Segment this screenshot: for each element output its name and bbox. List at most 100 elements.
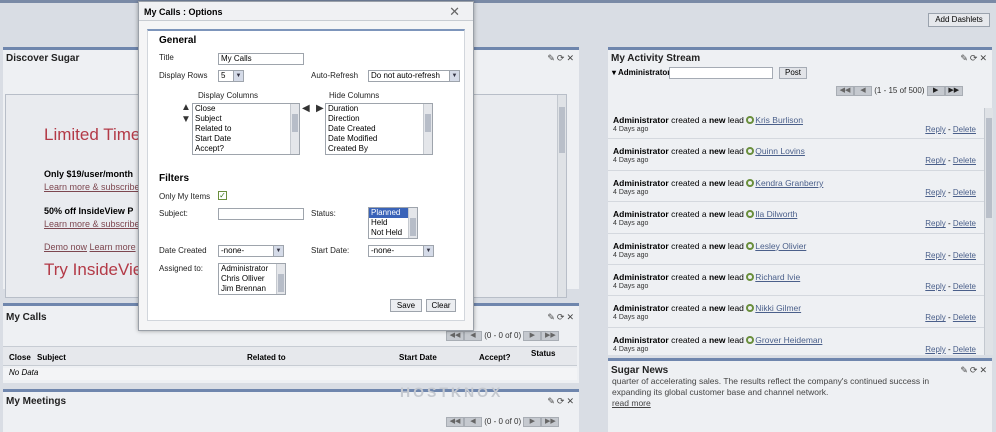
last-page-button[interactable]: ▶▶ xyxy=(541,417,560,427)
activity-actor[interactable]: Administrator xyxy=(613,115,669,125)
scroll-thumb[interactable] xyxy=(986,118,992,218)
list-option[interactable]: Related to xyxy=(193,124,299,134)
display-rows-select[interactable]: 5 ▼ xyxy=(218,70,244,82)
activity-actor[interactable]: Administrator xyxy=(613,335,669,345)
lead-link[interactable]: Grover Heideman xyxy=(755,335,822,345)
close-icon[interactable]: ✕ xyxy=(449,4,460,20)
scroll-thumb[interactable] xyxy=(425,114,431,132)
prev-page-button[interactable]: ◀ xyxy=(464,417,482,427)
activity-actor[interactable]: Administrator xyxy=(613,272,669,282)
scroll-thumb[interactable] xyxy=(278,274,284,292)
subject-input[interactable] xyxy=(218,208,304,220)
delete-link[interactable]: Delete xyxy=(953,219,976,228)
list-option[interactable]: Accept? xyxy=(193,144,299,154)
delete-link[interactable]: Delete xyxy=(953,251,976,260)
scrollbar[interactable] xyxy=(276,264,285,294)
move-down-icon[interactable]: ▼ xyxy=(181,114,191,125)
reply-link[interactable]: Reply xyxy=(925,125,945,134)
date-created-select[interactable]: -none- ▼ xyxy=(218,245,284,257)
read-more-link[interactable]: read more xyxy=(612,398,982,409)
last-page-button[interactable]: ▶▶ xyxy=(944,86,963,96)
lead-link[interactable]: Ila Dilworth xyxy=(755,209,797,219)
save-button[interactable]: Save xyxy=(390,299,422,312)
delete-link[interactable]: Delete xyxy=(953,345,976,354)
reply-link[interactable]: Reply xyxy=(925,345,945,354)
lead-link[interactable]: Kendra Granberry xyxy=(755,178,823,188)
activity-actor[interactable]: Administrator xyxy=(613,209,669,219)
prev-page-button[interactable]: ◀ xyxy=(464,331,482,341)
hide-columns-list[interactable]: Duration Direction Date Created Date Modifi… xyxy=(325,103,433,155)
first-page-button[interactable]: ◀◀ xyxy=(446,417,464,427)
close-icon[interactable]: ✕ xyxy=(566,312,576,322)
clear-button[interactable]: Clear xyxy=(426,299,456,312)
display-columns-list[interactable]: Close Subject Related to Start Date Accept? xyxy=(192,103,300,155)
list-option[interactable]: Date Created xyxy=(326,124,432,134)
edit-icon[interactable]: ✎ xyxy=(547,312,557,322)
delete-link[interactable]: Delete xyxy=(953,282,976,291)
reply-link[interactable]: Reply xyxy=(925,313,945,322)
next-page-button[interactable]: ▶ xyxy=(523,417,542,427)
list-option[interactable]: Close xyxy=(193,104,299,114)
list-option[interactable]: Duration xyxy=(326,104,432,114)
first-page-button[interactable]: ◀◀ xyxy=(836,86,854,96)
list-option[interactable]: Created By xyxy=(326,144,432,154)
move-up-icon[interactable]: ▲ xyxy=(181,102,191,113)
reply-link[interactable]: Reply xyxy=(925,282,945,291)
lead-link[interactable]: Lesley Olivier xyxy=(755,241,806,251)
close-icon[interactable]: ✕ xyxy=(979,53,989,63)
lead-link[interactable]: Quinn Lovins xyxy=(755,146,805,156)
first-page-button[interactable]: ◀◀ xyxy=(446,331,464,341)
move-right-icon[interactable]: ▶ xyxy=(316,103,324,114)
scroll-thumb[interactable] xyxy=(410,218,416,236)
edit-icon[interactable]: ✎ xyxy=(960,53,970,63)
offer-link[interactable]: Learn more & subscribe xyxy=(44,219,140,229)
scrollbar[interactable] xyxy=(557,95,566,297)
demo-now-link[interactable]: Demo now xyxy=(44,242,87,252)
promo-link[interactable]: Learn more & subscribe xyxy=(44,182,140,192)
activity-post-input[interactable] xyxy=(669,67,773,79)
prev-page-button[interactable]: ◀ xyxy=(854,86,872,96)
delete-link[interactable]: Delete xyxy=(953,125,976,134)
activity-actor[interactable]: Administrator xyxy=(613,178,669,188)
scroll-thumb[interactable] xyxy=(559,107,565,153)
status-list[interactable]: Planned Held Not Held xyxy=(368,207,418,239)
lead-link[interactable]: Richard Ivie xyxy=(755,272,800,282)
scrollbar[interactable] xyxy=(290,104,299,154)
lead-link[interactable]: Kris Burlison xyxy=(755,115,803,125)
scrollbar[interactable] xyxy=(408,208,417,238)
last-page-button[interactable]: ▶▶ xyxy=(541,331,560,341)
close-icon[interactable]: ✕ xyxy=(566,396,576,406)
edit-icon[interactable]: ✎ xyxy=(547,53,557,63)
list-option[interactable]: Subject xyxy=(193,114,299,124)
next-page-button[interactable]: ▶ xyxy=(926,86,945,96)
close-icon[interactable]: ✕ xyxy=(979,365,989,375)
scrollbar[interactable] xyxy=(423,104,432,154)
activity-scrollbar[interactable] xyxy=(984,108,993,355)
list-option[interactable]: Date Modified xyxy=(326,134,432,144)
delete-link[interactable]: Delete xyxy=(953,188,976,197)
auto-refresh-select[interactable]: Do not auto-refresh ▼ xyxy=(368,70,460,82)
delete-link[interactable]: Delete xyxy=(953,313,976,322)
title-input[interactable]: My Calls xyxy=(218,53,304,65)
delete-link[interactable]: Delete xyxy=(953,156,976,165)
move-left-icon[interactable]: ◀ xyxy=(302,103,310,114)
next-page-button[interactable]: ▶ xyxy=(523,331,542,341)
reply-link[interactable]: Reply xyxy=(925,188,945,197)
lead-link[interactable]: Nikki Gilmer xyxy=(755,303,801,313)
activity-actor[interactable]: Administrator xyxy=(613,241,669,251)
add-dashlets-button[interactable]: Add Dashlets xyxy=(928,13,990,27)
learn-more-link[interactable]: Learn more xyxy=(90,242,136,252)
reply-link[interactable]: Reply xyxy=(925,219,945,228)
col-status[interactable]: Status xyxy=(531,349,555,358)
activity-actor[interactable]: Administrator xyxy=(613,303,669,313)
assigned-to-list[interactable]: Administrator Chris Olliver Jim Brennan xyxy=(218,263,286,295)
col-accept[interactable]: Accept? xyxy=(479,353,511,362)
only-my-items-checkbox[interactable]: ✓ xyxy=(218,191,227,200)
list-option[interactable]: Direction xyxy=(326,114,432,124)
list-option[interactable]: Start Date xyxy=(193,134,299,144)
activity-actor[interactable]: Administrator xyxy=(613,146,669,156)
close-icon[interactable]: ✕ xyxy=(566,53,576,63)
start-date-select[interactable]: -none- ▼ xyxy=(368,245,434,257)
scroll-thumb[interactable] xyxy=(292,114,298,132)
col-related-to[interactable]: Related to xyxy=(247,353,286,362)
